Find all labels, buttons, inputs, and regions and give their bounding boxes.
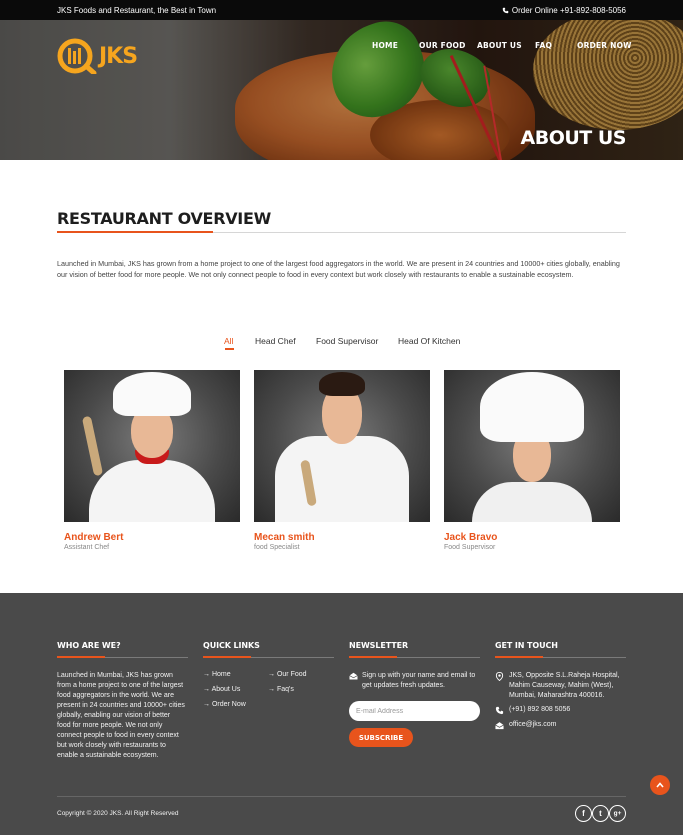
team-member-name[interactable]: Jack Bravo (444, 532, 620, 543)
footer-about-heading: WHO ARE WE? (57, 641, 121, 650)
contact-address: JKS, Opposite S.L.Raheja Hospital, Mahim… (495, 671, 626, 701)
overview-divider-accent (57, 231, 213, 233)
footer-contact-heading: GET IN TOUCH (495, 641, 558, 650)
footer-divider-accent (495, 656, 543, 658)
tab-head-chef[interactable]: Head Chef (255, 336, 296, 346)
footer-link-home-label: Home (211, 671, 231, 678)
contact-address-text: JKS, Opposite S.L.Raheja Hospital, Mahim… (509, 672, 620, 699)
team-photo (64, 370, 240, 522)
footer-newsletter: NEWSLETTER Sign up with your name and em… (349, 641, 480, 747)
chef-coat (275, 436, 409, 522)
chef-hat (113, 372, 191, 416)
footer-about-text: Launched in Mumbai, JKS has grown from a… (57, 672, 185, 759)
page-title: ABOUT US (520, 127, 627, 149)
footer-link-faq-label: Faq's (276, 686, 294, 693)
footer-link-faq[interactable]: → Faq's (268, 686, 294, 693)
newsletter-email-input[interactable] (349, 701, 480, 721)
nav-home[interactable]: HOME (372, 41, 398, 50)
team-member-name[interactable]: Mecan smith (254, 532, 430, 543)
footer-link-our-food[interactable]: → Our Food (268, 671, 307, 678)
contact-email[interactable]: office@jks.com (495, 720, 556, 730)
contact-phone[interactable]: (+91) 892 808 5056 (495, 705, 570, 715)
nav-order-now[interactable]: ORDER NOW (577, 41, 632, 50)
team-card[interactable]: Mecan smith food Specialist (254, 370, 430, 551)
wooden-spoon (81, 415, 104, 477)
chef-hair (319, 372, 365, 396)
phone-icon (495, 706, 504, 715)
map-pin-icon (495, 672, 504, 681)
contact-phone-text: (+91) 892 808 5056 (509, 706, 571, 713)
team-member-role: Food Supervisor (444, 544, 496, 551)
footer-contact: GET IN TOUCH JKS, Opposite S.L.Raheja Ho… (495, 641, 626, 730)
site-footer: WHO ARE WE? Launched in Mumbai, JKS has … (0, 593, 683, 835)
footer-quick-links-heading: QUICK LINKS (203, 641, 260, 650)
footer-about: WHO ARE WE? Launched in Mumbai, JKS has … (57, 641, 188, 759)
nav-faq[interactable]: FAQ (535, 41, 552, 50)
team-card[interactable]: Jack Bravo Food Supervisor (444, 370, 620, 551)
footer-link-home[interactable]: → Home (203, 671, 231, 678)
order-online-text: Order Online +91-892-808-5056 (511, 6, 626, 15)
newsletter-text: Sign up with your name and email to get … (362, 672, 476, 689)
footer-link-about-us[interactable]: → About Us (203, 686, 240, 693)
tab-all[interactable]: All (224, 336, 233, 346)
team-photo (444, 370, 620, 522)
footer-bottom-divider (57, 796, 626, 797)
order-online-link[interactable]: Order Online +91-892-808-5056 (502, 6, 626, 15)
team-card[interactable]: Andrew Bert Assistant Chef (64, 370, 240, 551)
phone-icon (502, 7, 509, 14)
team-member-name[interactable]: Andrew Bert (64, 532, 240, 543)
footer-link-our-food-label: Our Food (276, 671, 307, 678)
team-member-role: Assistant Chef (64, 544, 110, 551)
chef-coat (89, 460, 215, 522)
footer-quick-links: QUICK LINKS → Home → Our Food → About Us… (203, 641, 334, 708)
overview-heading: RESTAURANT OVERVIEW (57, 209, 271, 228)
tab-food-supervisor[interactable]: Food Supervisor (316, 336, 378, 346)
scroll-to-top-button[interactable] (650, 775, 670, 795)
facebook-icon[interactable]: f (575, 805, 592, 822)
tab-head-of-kitchen[interactable]: Head Of Kitchen (398, 336, 460, 346)
team-member-role: food Specialist (254, 544, 300, 551)
subscribe-button[interactable]: SUBSCRIBE (349, 728, 413, 747)
footer-divider-accent (203, 656, 251, 658)
footer-newsletter-heading: NEWSLETTER (349, 641, 409, 650)
active-tab-indicator (225, 348, 234, 350)
footer-divider-accent (57, 656, 105, 658)
overview-text: Launched in Mumbai, JKS has grown from a… (57, 259, 620, 279)
team-filter-tabs: All Head Chef Food Supervisor Head Of Ki… (0, 336, 683, 352)
tagline: JKS Foods and Restaurant, the Best in To… (57, 6, 217, 15)
mail-open-icon (349, 672, 358, 680)
footer-divider-accent (349, 656, 397, 658)
twitter-icon[interactable]: t (592, 805, 609, 822)
team-photo (254, 370, 430, 522)
nav-about-us[interactable]: ABOUT US (477, 41, 522, 50)
footer-link-order-now-label: Order Now (211, 701, 246, 708)
footer-link-order-now[interactable]: → Order Now (203, 701, 246, 708)
chevron-up-icon (656, 782, 664, 788)
chef-coat (472, 482, 592, 522)
main-nav: HOME OUR FOOD ABOUT US FAQ ORDER NOW (0, 41, 683, 53)
top-bar: JKS Foods and Restaurant, the Best in To… (0, 0, 683, 20)
contact-email-text: office@jks.com (509, 721, 557, 728)
copyright-text: Copyright © 2020 JKS. All Right Reserved (57, 810, 179, 817)
footer-link-about-us-label: About Us (211, 686, 241, 693)
mail-icon (495, 722, 504, 730)
chef-hat (480, 372, 584, 442)
google-plus-icon[interactable]: g+ (609, 805, 626, 822)
nav-our-food[interactable]: OUR FOOD (419, 41, 466, 50)
